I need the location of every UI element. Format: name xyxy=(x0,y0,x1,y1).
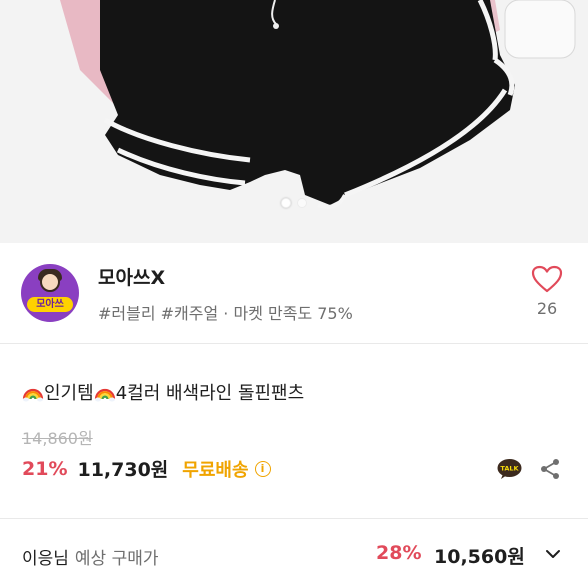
kakao-talk-icon[interactable]: TALK xyxy=(497,458,522,480)
original-price: 14,860원 xyxy=(22,429,93,448)
user-name: 이응님 xyxy=(22,549,69,569)
shop-avatar[interactable]: 모아쓰 xyxy=(21,264,79,322)
product-title-text-1: 인기템 xyxy=(44,383,94,404)
shop-tags: #러블리 #캐주얼 · 마켓 만족도 75% xyxy=(98,304,353,323)
expected-price-row[interactable]: 이응님 예상 구매가 28% 10,560원 xyxy=(0,518,588,588)
expected-price: 10,560원 xyxy=(434,546,525,568)
rainbow-icon xyxy=(94,388,115,402)
price-row: 21% 11,730원 무료배송 i xyxy=(22,455,271,482)
chevron-down-icon[interactable] xyxy=(545,548,561,560)
shop-avatar-text: 모아쓰 xyxy=(27,297,73,312)
expected-discount-rate: 28% xyxy=(376,542,422,564)
product-image-carousel[interactable] xyxy=(0,0,588,243)
expected-price-label: 예상 구매가 xyxy=(74,549,159,569)
info-icon[interactable]: i xyxy=(254,460,271,477)
like-count: 26 xyxy=(536,299,558,318)
divider xyxy=(0,343,588,344)
kakao-talk-label: TALK xyxy=(500,465,519,473)
rainbow-icon xyxy=(22,388,44,402)
heart-icon xyxy=(531,265,563,293)
carousel-dot[interactable] xyxy=(297,198,307,208)
shop-info: 모아쓰 모아쓰X #러블리 #캐주얼 · 마켓 만족도 75% 26 xyxy=(0,243,588,343)
share-icon[interactable] xyxy=(539,458,561,480)
free-shipping-label: 무료배송 xyxy=(182,459,249,481)
shop-name[interactable]: 모아쓰X xyxy=(98,263,165,290)
carousel-indicator xyxy=(0,198,588,208)
like-button[interactable]: 26 xyxy=(527,265,567,325)
sale-price: 11,730원 xyxy=(77,459,169,481)
product-title-text-2: 4컬러 배색라인 돌핀팬츠 xyxy=(115,383,305,404)
carousel-dot-active[interactable] xyxy=(281,198,291,208)
discount-rate: 21% xyxy=(22,457,68,480)
member-price-label: 이응님 예상 구매가 xyxy=(22,544,159,569)
product-title: 인기템 4컬러 배색라인 돌핀팬츠 xyxy=(22,379,304,405)
